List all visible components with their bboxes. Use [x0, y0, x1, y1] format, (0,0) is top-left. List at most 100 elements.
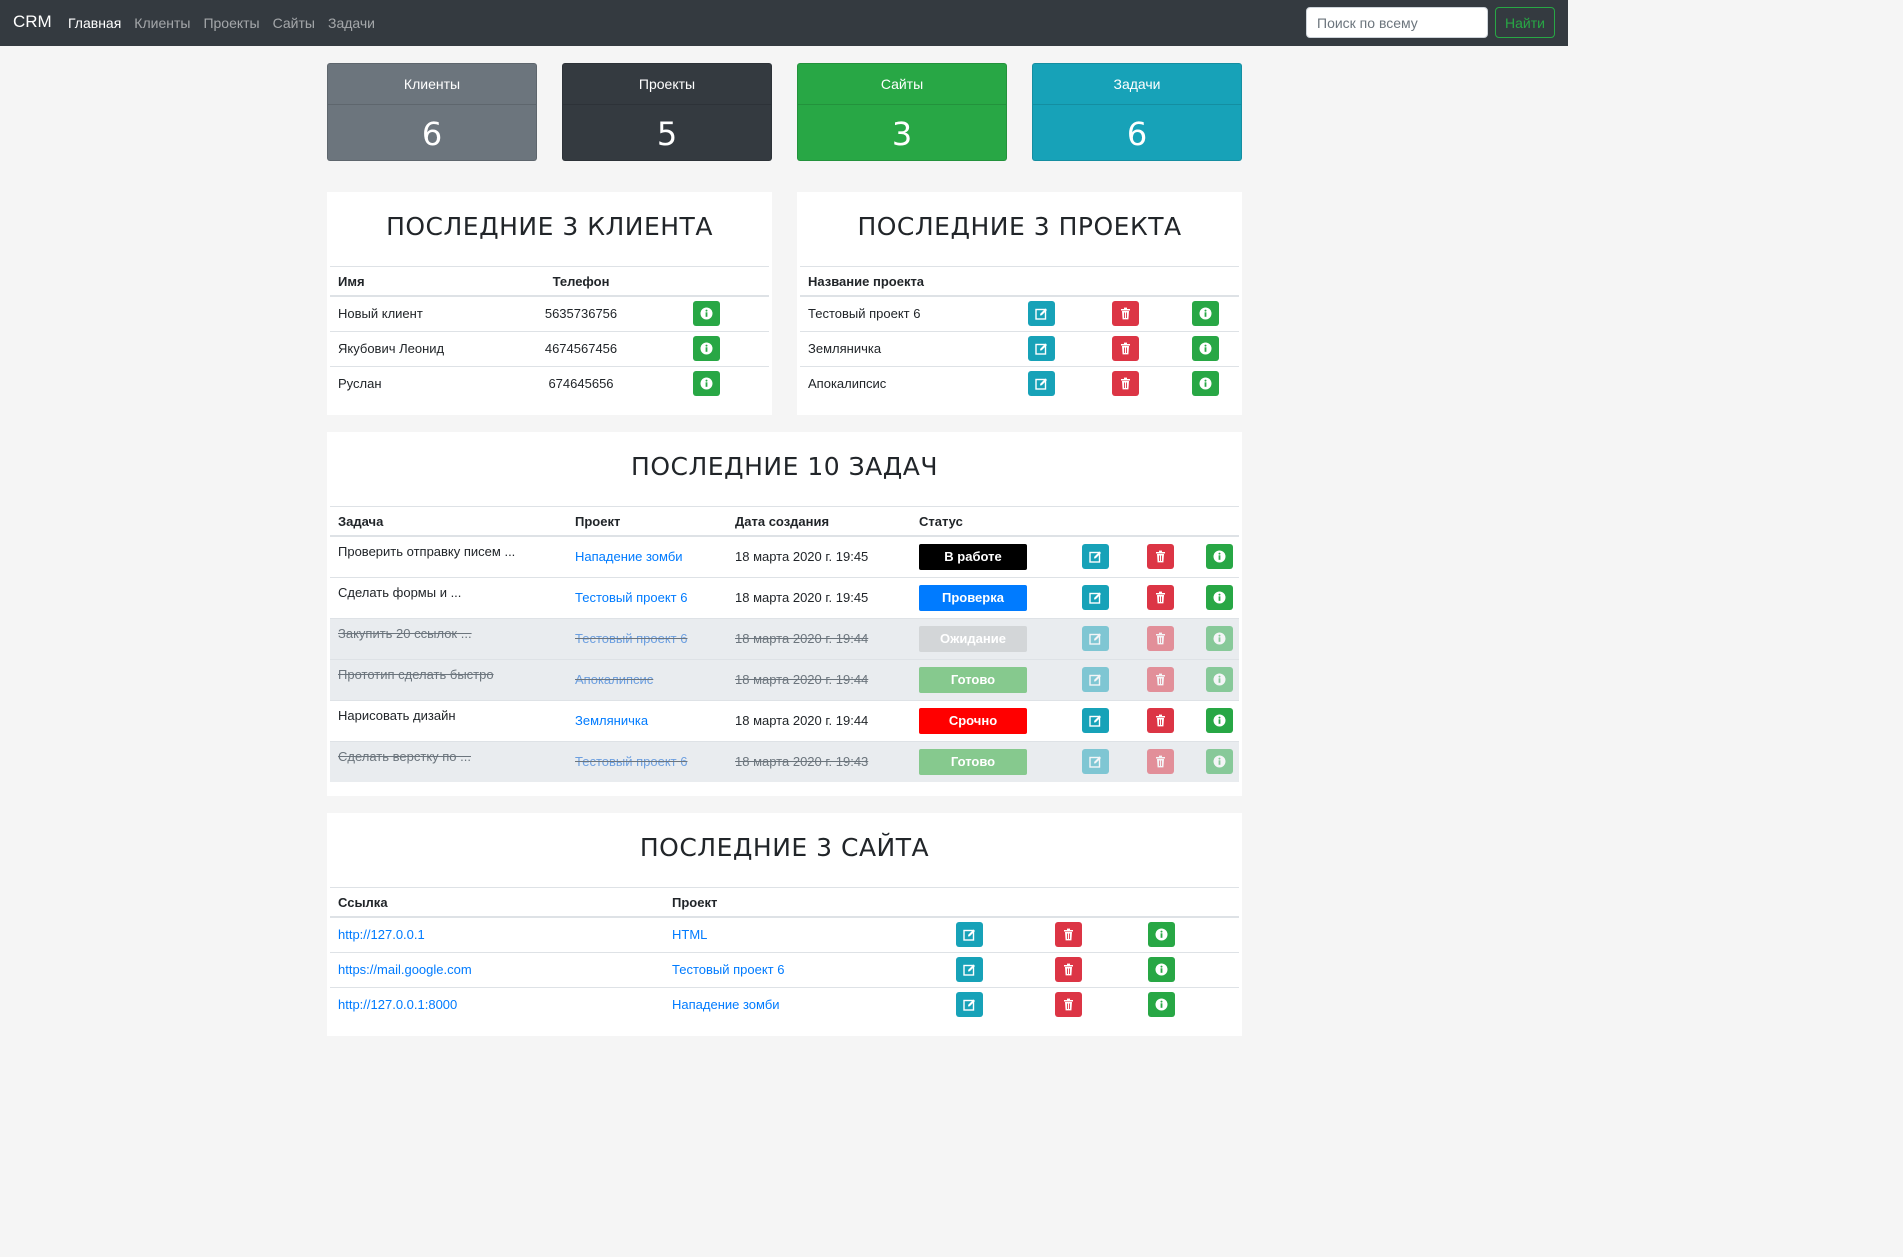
edit-icon — [963, 999, 975, 1011]
sites-table: Ссылка Проект http://127.0.0.1 HTML http… — [330, 887, 1239, 1022]
edit-button[interactable] — [956, 957, 983, 982]
info-button[interactable] — [1148, 957, 1175, 982]
stat-card-sites[interactable]: Сайты 3 — [797, 63, 1007, 161]
info-button[interactable] — [1206, 708, 1233, 733]
edit-icon — [963, 929, 975, 941]
site-project-link[interactable]: Тестовый проект 6 — [672, 962, 784, 977]
col-url-header: Ссылка — [330, 887, 664, 918]
info-button[interactable] — [1206, 626, 1233, 651]
task-project-link[interactable]: Апокалипсис — [575, 672, 653, 687]
delete-button[interactable] — [1112, 371, 1139, 397]
nav-item-sites[interactable]: Сайты — [273, 15, 315, 31]
client-name: Якубович Леонид — [330, 330, 508, 366]
site-project-link[interactable]: HTML — [672, 927, 707, 942]
info-button[interactable] — [1148, 992, 1175, 1018]
nav-item-tasks[interactable]: Задачи — [328, 15, 375, 31]
nav-item-home[interactable]: Главная — [68, 15, 121, 31]
info-button[interactable] — [1192, 301, 1219, 327]
delete-button[interactable] — [1147, 749, 1174, 775]
info-icon — [1155, 998, 1168, 1011]
search-input[interactable] — [1306, 7, 1488, 38]
task-project-link[interactable]: Нападение зомби — [575, 549, 683, 564]
client-name: Новый клиент — [330, 295, 508, 331]
site-project-link[interactable]: Нападение зомби — [672, 997, 780, 1012]
info-icon — [1213, 714, 1226, 727]
info-button[interactable] — [693, 371, 720, 397]
delete-button[interactable] — [1147, 544, 1174, 570]
info-button[interactable] — [1206, 667, 1233, 692]
delete-button[interactable] — [1147, 585, 1174, 610]
edit-button[interactable] — [1082, 585, 1109, 610]
info-icon — [1199, 377, 1212, 390]
stat-label: Проекты — [563, 64, 771, 105]
task-name: Сделать верстку по ... — [330, 740, 567, 782]
status-badge: Ожидание — [919, 625, 1027, 652]
edit-button[interactable] — [1082, 626, 1109, 651]
table-row: Земляничка — [800, 330, 1239, 366]
delete-button[interactable] — [1147, 626, 1174, 651]
table-row: http://127.0.0.1:8000 Нападение зомби — [330, 986, 1239, 1022]
trash-icon — [1156, 755, 1165, 768]
stat-card-tasks[interactable]: Задачи 6 — [1032, 63, 1242, 161]
info-button[interactable] — [1192, 336, 1219, 361]
trash-icon — [1156, 714, 1165, 727]
site-url-link[interactable]: https://mail.google.com — [338, 962, 472, 977]
delete-button[interactable] — [1147, 667, 1174, 692]
delete-button[interactable] — [1112, 301, 1139, 327]
delete-button[interactable] — [1055, 922, 1082, 948]
clients-table: Имя Телефон Новый клиент 5635736756 Якуб… — [330, 266, 769, 401]
edit-button[interactable] — [1082, 667, 1109, 692]
edit-icon — [1089, 633, 1101, 645]
edit-button[interactable] — [956, 992, 983, 1018]
info-icon — [1199, 307, 1212, 320]
col-project-name-header: Название проекта — [800, 266, 1020, 297]
nav-item-projects[interactable]: Проекты — [203, 15, 259, 31]
status-badge: Готово — [919, 666, 1027, 693]
info-button[interactable] — [693, 301, 720, 327]
info-button[interactable] — [1192, 371, 1219, 397]
edit-icon — [1035, 343, 1047, 355]
edit-button[interactable] — [1082, 544, 1109, 570]
client-phone: 5635736756 — [508, 295, 646, 331]
col-task-header: Задача — [330, 506, 567, 537]
stat-value: 3 — [891, 115, 913, 153]
info-button[interactable] — [1206, 544, 1233, 570]
table-row: Апокалипсис — [800, 365, 1239, 401]
task-project-link[interactable]: Тестовый проект 6 — [575, 754, 687, 769]
delete-button[interactable] — [1055, 992, 1082, 1018]
edit-icon — [963, 964, 975, 976]
edit-button[interactable] — [1082, 708, 1109, 733]
edit-button[interactable] — [1028, 301, 1055, 327]
info-icon — [1155, 963, 1168, 976]
edit-button[interactable] — [1028, 336, 1055, 361]
table-row: Сделать верстку по ... Тестовый проект 6 1… — [330, 740, 1239, 782]
info-button[interactable] — [1148, 922, 1175, 948]
edit-button[interactable] — [1028, 371, 1055, 397]
info-button[interactable] — [1206, 749, 1233, 775]
edit-button[interactable] — [1082, 749, 1109, 775]
task-project-link[interactable]: Тестовый проект 6 — [575, 590, 687, 605]
task-name: Проверить отправку писем ... — [330, 535, 567, 577]
delete-button[interactable] — [1112, 336, 1139, 361]
stat-card-clients[interactable]: Клиенты 6 — [327, 63, 537, 161]
edit-button[interactable] — [956, 922, 983, 948]
task-date: 18 марта 2020 г. 19:44 — [727, 617, 911, 659]
info-icon — [700, 377, 713, 390]
stat-label: Сайты — [798, 64, 1006, 105]
site-url-link[interactable]: http://127.0.0.1:8000 — [338, 997, 457, 1012]
delete-button[interactable] — [1147, 708, 1174, 733]
task-project-link[interactable]: Тестовый проект 6 — [575, 631, 687, 646]
site-url-link[interactable]: http://127.0.0.1 — [338, 927, 425, 942]
info-button[interactable] — [1206, 585, 1233, 610]
info-button[interactable] — [693, 336, 720, 361]
delete-button[interactable] — [1055, 957, 1082, 982]
table-row: Сделать формы и ... Тестовый проект 6 18 м… — [330, 576, 1239, 618]
brand-logo[interactable]: CRM — [13, 12, 52, 32]
stat-card-projects[interactable]: Проекты 5 — [562, 63, 772, 161]
search-button[interactable]: Найти — [1495, 7, 1555, 38]
nav-item-clients[interactable]: Клиенты — [134, 15, 190, 31]
table-row: Руслан 674645656 — [330, 365, 769, 401]
trash-icon — [1156, 632, 1165, 645]
stat-label: Задачи — [1033, 64, 1241, 105]
task-project-link[interactable]: Земляничка — [575, 713, 648, 728]
